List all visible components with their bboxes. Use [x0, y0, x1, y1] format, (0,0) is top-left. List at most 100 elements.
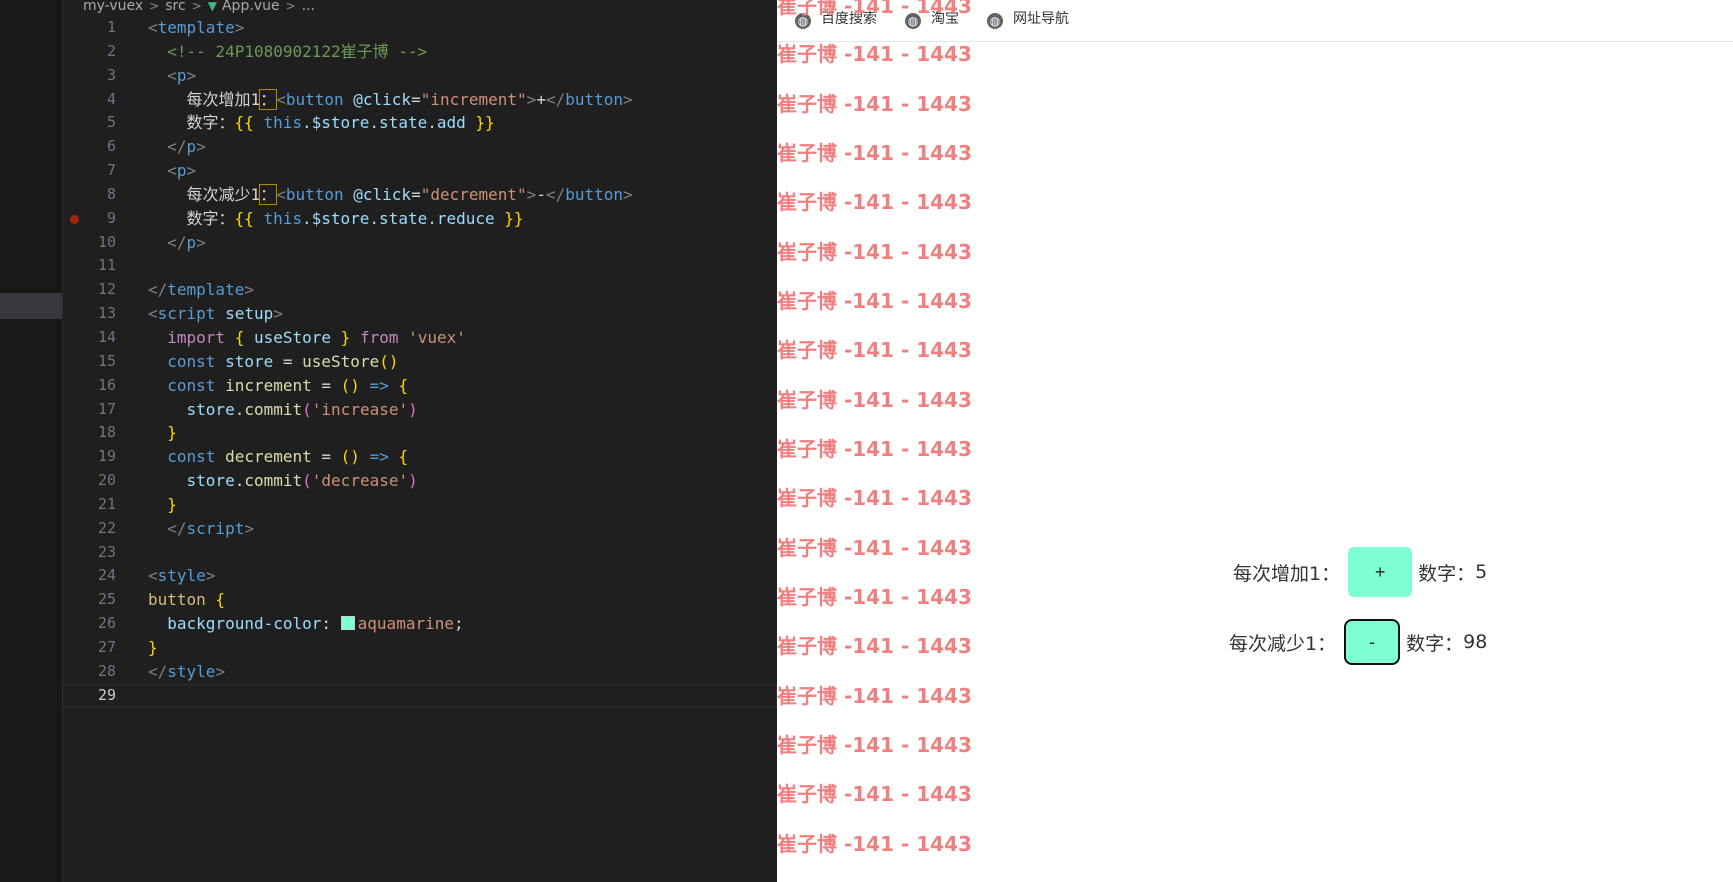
- code-text: <template>: [148, 16, 244, 40]
- code-token: >: [526, 89, 537, 109]
- code-token: setup: [215, 304, 274, 324]
- code-token: p: [176, 161, 187, 181]
- color-swatch-icon[interactable]: [340, 616, 355, 631]
- code-token: :: [321, 614, 341, 634]
- code-token: .: [234, 399, 245, 419]
- code-token: 数字：: [148, 113, 235, 133]
- code-token: </: [545, 184, 566, 204]
- code-line[interactable]: 5 数字：{{ this.$store.state.add }}: [62, 111, 777, 135]
- code-line[interactable]: 11: [62, 254, 777, 278]
- code-area[interactable]: 1 <template> 2 <!-- 24P1080902122崔子博 --> 3 …: [62, 16, 777, 708]
- breadcrumb-folder-src[interactable]: src: [165, 0, 185, 14]
- code-token: commit: [244, 471, 303, 491]
- code-text: </p>: [148, 231, 206, 255]
- activity-bar-active-item[interactable]: [0, 293, 62, 319]
- decrement-button[interactable]: -: [1344, 619, 1401, 665]
- code-line[interactable]: 27}: [62, 636, 777, 660]
- code-line[interactable]: 10 </p>: [62, 231, 777, 255]
- code-line[interactable]: 9 数字：{{ this.$store.state.reduce }}: [62, 207, 777, 231]
- code-token: >: [196, 137, 206, 157]
- breadcrumb-more[interactable]: ...: [302, 0, 315, 14]
- code-token: useStore: [253, 327, 332, 347]
- watermark-text: 崔子博 -141 - 1443: [777, 141, 972, 165]
- code-line[interactable]: 26 background-color: aquamarine;: [62, 612, 777, 636]
- code-token: template: [157, 18, 235, 37]
- code-text: 数字：{{ this.$store.state.add }}: [148, 111, 495, 135]
- code-line[interactable]: 7 <p>: [62, 159, 777, 183]
- line-number: 17: [97, 399, 116, 418]
- code-line[interactable]: 29: [62, 683, 777, 708]
- code-line[interactable]: 25 button {: [62, 588, 777, 612]
- code-token: script: [186, 518, 245, 538]
- breadcrumb-file[interactable]: App.vue: [222, 0, 280, 14]
- decrement-label: 每次减少1：: [1229, 632, 1337, 655]
- code-token: button: [565, 89, 624, 109]
- code-line[interactable]: 17 store.commit('increase'): [62, 398, 777, 422]
- code-token: >: [205, 566, 216, 586]
- code-token: 每次减少1: [148, 184, 261, 204]
- code-line[interactable]: 12 </template>: [62, 278, 777, 302]
- code-text: const decrement = () => {: [148, 445, 408, 469]
- code-line[interactable]: 15 const store = useStore(): [62, 350, 777, 374]
- line-number: 10: [97, 232, 116, 251]
- line-number: 9: [106, 208, 116, 227]
- watermark-text: 崔子博 -141 - 1443: [777, 240, 972, 264]
- code-line[interactable]: 28 </style>: [62, 660, 777, 684]
- code-text: store.commit('increase'): [148, 398, 418, 422]
- code-line[interactable]: 24 <style>: [62, 564, 777, 588]
- code-line[interactable]: 3 <p>: [62, 64, 777, 88]
- code-token: decrement: [215, 447, 322, 467]
- code-line[interactable]: 23: [62, 541, 777, 565]
- code-line[interactable]: 20 store.commit('decrease'): [62, 469, 777, 493]
- line-number: 2: [106, 41, 116, 60]
- reduce-count-value: 98: [1463, 631, 1488, 653]
- code-token: this: [263, 208, 302, 228]
- code-line[interactable]: 2 <!-- 24P1080902122崔子博 -->: [62, 40, 777, 64]
- code-line[interactable]: 1 <template>: [62, 16, 777, 40]
- code-token: style: [167, 661, 216, 681]
- decrement-row: 每次减少1： - 数字： 98: [1229, 617, 1487, 667]
- code-line[interactable]: 18 }: [62, 421, 777, 445]
- line-number: 11: [97, 256, 116, 275]
- vue-file-icon: ▼: [207, 0, 217, 13]
- code-token: (: [302, 399, 312, 419]
- line-number: 1: [106, 18, 116, 36]
- code-line[interactable]: 4 每次增加1：<button @click="increment">+</bu…: [62, 88, 777, 112]
- code-token: >: [196, 232, 206, 252]
- code-token: style: [157, 566, 206, 586]
- code-editor[interactable]: my-vuex > src > ▼ App.vue >... 1 <template> 2 <!…: [0, 0, 777, 882]
- code-token: {{: [234, 113, 264, 133]
- code-text: 每次减少1：<button @click="decrement">-</butt…: [148, 183, 633, 207]
- code-line[interactable]: 14 import { useStore } from 'vuex': [62, 326, 777, 350]
- code-line[interactable]: 21 }: [62, 493, 777, 517]
- code-token: </: [545, 89, 566, 109]
- code-line[interactable]: 6 </p>: [62, 135, 777, 159]
- line-number: 18: [97, 423, 116, 442]
- code-token: 'increase': [311, 399, 409, 419]
- code-line[interactable]: 19 const decrement = () => {: [62, 445, 777, 469]
- line-number: 21: [97, 494, 116, 513]
- code-token: script: [157, 304, 216, 324]
- breadcrumb-folder-my-vuex[interactable]: my-vuex: [83, 0, 143, 14]
- code-line[interactable]: 22 </script>: [62, 517, 777, 541]
- code-token: const: [148, 351, 216, 371]
- code-line[interactable]: 8 每次减少1：<button @click="decrement">-</bu…: [62, 183, 777, 207]
- code-token: <: [148, 304, 158, 324]
- line-number: 4: [106, 89, 116, 108]
- code-token: >: [215, 661, 226, 681]
- code-token: <: [148, 161, 177, 181]
- code-token: increment: [215, 375, 322, 395]
- code-token: >: [273, 304, 283, 324]
- code-text: import { useStore } from 'vuex': [148, 326, 466, 350]
- code-token: </: [148, 518, 187, 538]
- code-text: <p>: [148, 159, 196, 183]
- bookmark-url-navigation[interactable]: ◍ 网址导航: [987, 9, 1069, 29]
- code-line[interactable]: 13 <script setup>: [62, 302, 777, 326]
- code-token: useStore: [302, 351, 380, 371]
- increment-button[interactable]: +: [1348, 547, 1413, 597]
- line-number: 8: [106, 184, 116, 203]
- code-token: .$store.state.reduce: [301, 208, 495, 228]
- code-line[interactable]: 16 const increment = () => {: [62, 374, 777, 398]
- code-token: =: [411, 184, 421, 204]
- code-text: <p>: [148, 64, 196, 88]
